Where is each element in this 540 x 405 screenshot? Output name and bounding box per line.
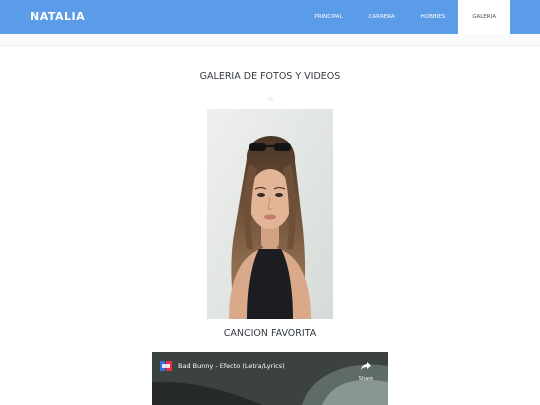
- nav-item-principal[interactable]: PRINCIPAL: [301, 0, 355, 34]
- share-icon: [361, 362, 371, 370]
- nav-divider: [0, 34, 540, 46]
- nav-item-galeria[interactable]: GALERIA: [458, 0, 510, 34]
- nav-links: PRINCIPAL CARRERA HOBBIES GALERIA: [301, 0, 510, 34]
- song-title: CANCION FAVORITA: [223, 328, 317, 339]
- brand-logo[interactable]: NATALIA: [30, 0, 85, 34]
- video-thumbnail: [152, 352, 388, 405]
- navbar: NATALIA PRINCIPAL CARRERA HOBBIES GALERI…: [0, 0, 540, 34]
- gallery-photo: [207, 109, 333, 319]
- nav-item-carrera[interactable]: CARRERA: [356, 0, 408, 34]
- gallery-title: GALERIA DE FOTOS Y VIDEOS: [199, 71, 341, 82]
- gallery-subtitle: YO: [267, 97, 273, 102]
- channel-logo-icon: [160, 361, 172, 371]
- video-title[interactable]: Bad Bunny - Efecto (Letra/Lyrics): [178, 362, 285, 370]
- youtube-video-embed[interactable]: Bad Bunny - Efecto (Letra/Lyrics) Share: [152, 352, 388, 405]
- nav-item-hobbies[interactable]: HOBBIES: [408, 0, 459, 34]
- share-button[interactable]: Share: [356, 357, 376, 382]
- portrait-image: [207, 109, 333, 319]
- share-label: Share: [358, 376, 374, 382]
